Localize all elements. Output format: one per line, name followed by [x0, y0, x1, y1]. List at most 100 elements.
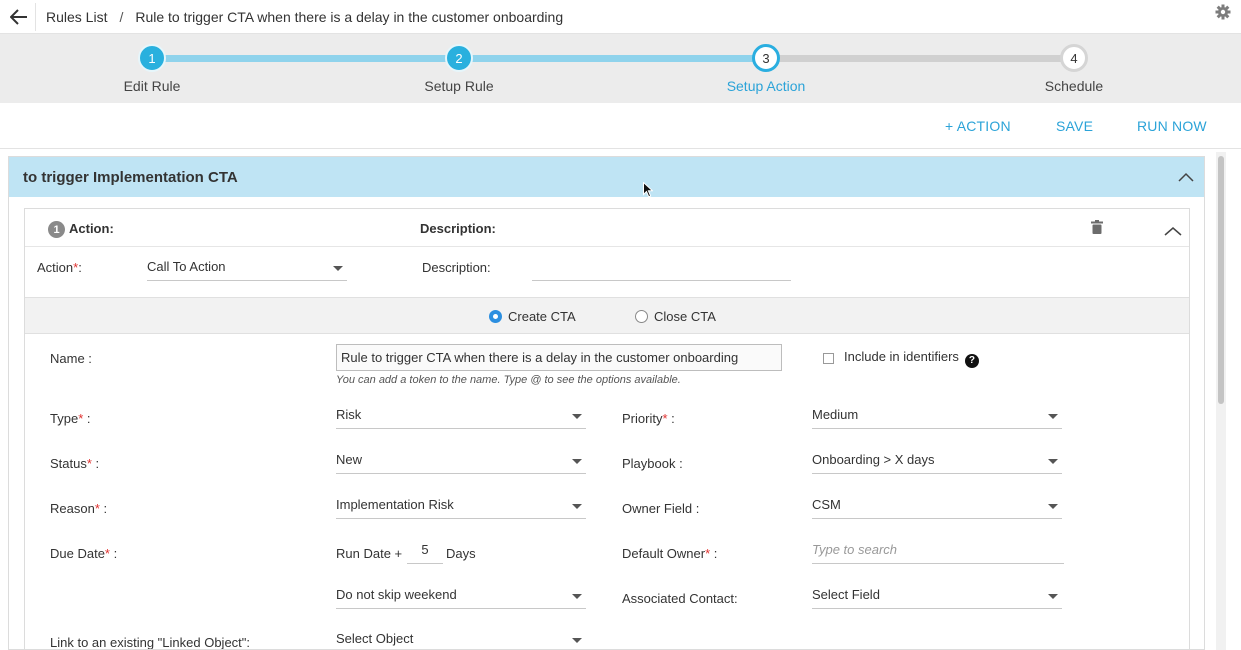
action-panel-title: to trigger Implementation CTA — [23, 168, 238, 186]
playbook-select[interactable]: Onboarding > X days — [812, 448, 1062, 474]
save-button[interactable]: SAVE — [1056, 118, 1093, 134]
playbook-value: Onboarding > X days — [812, 452, 935, 467]
cta-settings: Create CTA Close CTA Name : Rule to trig… — [25, 297, 1189, 650]
breadcrumb-rules-list[interactable]: Rules List — [46, 9, 107, 25]
due-date-prefix: Run Date + — [336, 546, 403, 561]
owner-field-value: CSM — [812, 497, 841, 512]
action-type-select[interactable]: Call To Action — [147, 255, 347, 281]
owner-field-select[interactable]: CSM — [812, 493, 1062, 519]
chevron-down-icon — [572, 459, 582, 464]
playbook-label: Playbook : — [622, 456, 683, 471]
type-value: Risk — [336, 407, 362, 422]
chevron-down-icon — [1048, 594, 1058, 599]
chevron-down-icon — [572, 414, 582, 419]
linked-object-value: Select Object — [336, 631, 414, 646]
step-number: 2 — [445, 44, 473, 72]
collapse-panel-button[interactable] — [1178, 169, 1194, 186]
radio-unselected-icon — [635, 310, 648, 323]
chevron-down-icon — [333, 266, 343, 271]
reason-label: Reason* : — [50, 501, 108, 516]
mouse-cursor-icon — [643, 182, 653, 198]
add-action-button[interactable]: + ACTION — [945, 118, 1011, 134]
associated-contact-label: Associated Contact: — [622, 591, 738, 606]
step-edit-rule[interactable]: 1 Edit Rule — [62, 44, 242, 94]
step-label: Edit Rule — [123, 78, 181, 94]
step-number: 1 — [138, 44, 166, 72]
collapse-action-button[interactable] — [1164, 224, 1182, 239]
run-now-button[interactable]: RUN NOW — [1137, 118, 1207, 134]
radio-selected-icon — [489, 310, 502, 323]
action-panel-header[interactable]: to trigger Implementation CTA — [9, 157, 1204, 197]
top-bar: Rules List / Rule to trigger CTA when th… — [0, 0, 1241, 34]
due-date-days-input[interactable]: 5 — [407, 538, 443, 564]
step-number: 4 — [1060, 44, 1088, 72]
description-input[interactable] — [532, 255, 791, 281]
default-owner-label: Default Owner* : — [622, 546, 718, 561]
action-config-row: Action*: Call To Action Description: — [25, 247, 1189, 297]
create-cta-label: Create CTA — [508, 309, 576, 324]
cta-mode-bar: Create CTA Close CTA — [25, 297, 1189, 334]
breadcrumb-current-rule: Rule to trigger CTA when there is a dela… — [135, 8, 564, 25]
settings-button[interactable] — [1215, 4, 1231, 23]
name-label: Name : — [50, 351, 92, 366]
chevron-up-icon — [1164, 227, 1182, 236]
action-index-badge: 1 — [48, 221, 65, 238]
priority-label: Priority* : — [622, 411, 675, 426]
name-hint: You can add a token to the name. Type @ … — [336, 374, 681, 386]
step-label: Schedule — [1044, 78, 1104, 94]
description-label: Description: — [422, 260, 491, 275]
default-owner-placeholder: Type to search — [812, 542, 898, 557]
priority-value: Medium — [812, 407, 859, 422]
close-cta-radio[interactable]: Close CTA — [635, 309, 716, 324]
breadcrumb-separator: / — [119, 8, 124, 25]
chevron-down-icon — [572, 594, 582, 599]
type-label: Type* : — [50, 411, 91, 426]
action-card: 1 Action: Description: Action*: Call To … — [24, 208, 1190, 650]
step-schedule[interactable]: 4 Schedule — [984, 44, 1164, 94]
create-cta-radio[interactable]: Create CTA — [489, 309, 576, 324]
status-label: Status* : — [50, 456, 100, 471]
priority-select[interactable]: Medium — [812, 403, 1062, 429]
step-label: Setup Action — [726, 78, 806, 94]
cta-name-input[interactable]: Rule to trigger CTA when there is a dela… — [336, 344, 782, 371]
vertical-scrollbar[interactable] — [1216, 152, 1226, 650]
default-owner-input[interactable]: Type to search — [812, 538, 1064, 564]
close-cta-label: Close CTA — [654, 309, 716, 324]
step-number: 3 — [752, 44, 780, 72]
action-toolbar: + ACTION SAVE RUN NOW — [0, 103, 1241, 149]
include-identifiers-label: Include in identifiers? — [844, 349, 979, 368]
action-panel: to trigger Implementation CTA 1 Action: … — [8, 156, 1205, 650]
chevron-up-icon — [1178, 172, 1194, 182]
action-type-value: Call To Action — [147, 259, 226, 274]
linked-object-select[interactable]: Select Object — [336, 627, 586, 649]
status-value: New — [336, 452, 363, 467]
chevron-down-icon — [1048, 504, 1058, 509]
step-setup-rule[interactable]: 2 Setup Rule — [369, 44, 549, 94]
scrollbar-thumb[interactable] — [1218, 156, 1224, 404]
wizard-stepper: 1 Edit Rule 2 Setup Rule 3 Setup Action … — [0, 34, 1241, 103]
skip-weekend-value: Do not skip weekend — [336, 587, 457, 602]
type-select[interactable]: Risk — [336, 403, 586, 429]
back-button[interactable] — [2, 2, 36, 31]
trash-icon — [1091, 220, 1103, 234]
reason-select[interactable]: Implementation Risk — [336, 493, 586, 519]
linked-object-label: Link to an existing "Linked Object": — [50, 635, 251, 650]
action-header-label: Action: — [69, 221, 114, 236]
due-date-suffix: Days — [446, 546, 476, 561]
reason-value: Implementation Risk — [336, 497, 454, 512]
breadcrumb: Rules List / Rule to trigger CTA when th… — [36, 9, 563, 25]
status-select[interactable]: New — [336, 448, 586, 474]
chevron-down-icon — [572, 504, 582, 509]
chevron-down-icon — [572, 638, 582, 643]
help-icon[interactable]: ? — [964, 353, 979, 368]
action-type-label: Action*: — [37, 260, 82, 275]
skip-weekend-select[interactable]: Do not skip weekend — [336, 583, 586, 609]
delete-action-button[interactable] — [1091, 220, 1103, 237]
description-header-label: Description: — [420, 221, 496, 236]
associated-contact-select[interactable]: Select Field — [812, 583, 1062, 609]
chevron-down-icon — [1048, 459, 1058, 464]
step-label: Setup Rule — [424, 78, 494, 94]
include-identifiers-checkbox[interactable] — [823, 353, 834, 364]
gear-icon — [1215, 4, 1231, 20]
step-setup-action[interactable]: 3 Setup Action — [676, 44, 856, 94]
